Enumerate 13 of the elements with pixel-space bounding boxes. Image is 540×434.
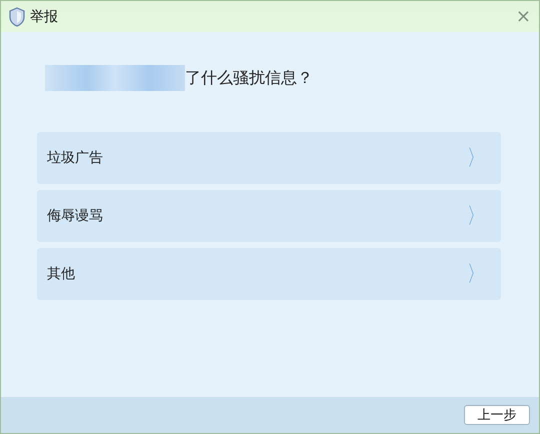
question-text: 了什么骚扰信息？ xyxy=(185,68,313,88)
shield-icon xyxy=(9,6,25,26)
option-label: 侮辱谩骂 xyxy=(47,207,103,225)
option-label: 其他 xyxy=(47,265,75,283)
chevron-icon: 〉 xyxy=(467,143,485,173)
chevron-icon: 〉 xyxy=(467,259,485,289)
back-button[interactable]: 上一步 xyxy=(464,405,530,425)
chevron-icon: 〉 xyxy=(467,201,485,231)
option-item[interactable]: 其他 〉 xyxy=(37,248,501,300)
window-title: 举报 xyxy=(30,8,58,26)
option-item[interactable]: 侮辱谩骂 〉 xyxy=(37,190,501,242)
option-item[interactable]: 垃圾广告 〉 xyxy=(37,132,501,184)
option-label: 垃圾广告 xyxy=(47,149,103,167)
